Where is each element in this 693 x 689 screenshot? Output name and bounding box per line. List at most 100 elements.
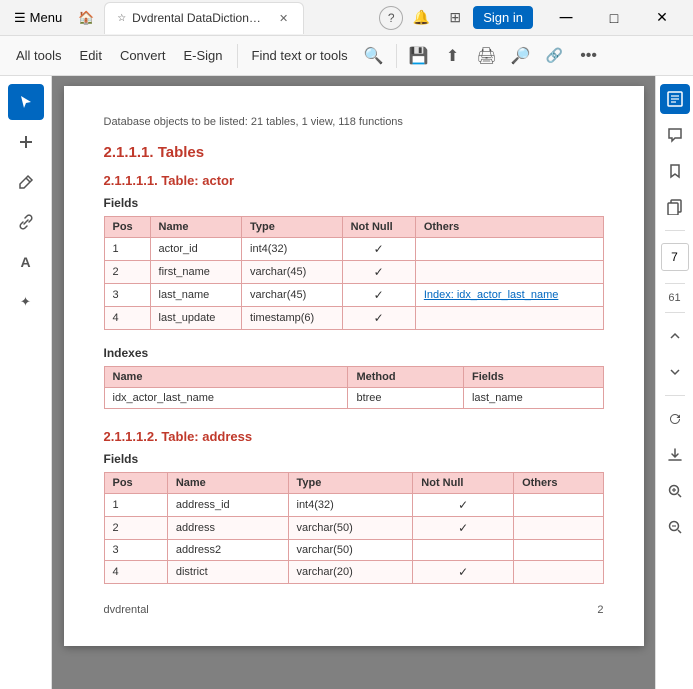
cell-name: address [167,517,288,540]
cell-notnull: ✓ [342,284,415,307]
bookmark-tool[interactable] [660,156,690,186]
idx-cell-name: idx_actor_last_name [104,388,348,409]
content-area: Database objects to be listed: 21 tables… [52,76,693,689]
page-number: 7 [671,250,678,264]
find-tools-button[interactable]: Find text or tools [244,44,356,67]
table-row: 3 address2 varchar(50) [104,540,603,561]
share-button[interactable]: 🔗 [539,40,571,72]
cell-pos: 3 [104,284,150,307]
titlebar: ☰ Menu 🏠 ☆ Dvdrental DataDictionar... ✕ … [0,0,693,36]
cell-type: varchar(50) [288,540,413,561]
search-button[interactable]: 🔍 [358,40,390,72]
col-others-1: Others [415,217,603,238]
apps-button[interactable]: ⊞ [439,2,471,34]
print-button[interactable]: 🖨 [471,40,503,72]
convert-button[interactable]: Convert [112,44,174,67]
cell-pos: 2 [104,261,150,284]
pdf-page: Database objects to be listed: 21 tables… [64,86,644,646]
cell-type: int4(32) [242,238,343,261]
active-tab[interactable]: ☆ Dvdrental DataDictionar... ✕ [104,2,304,34]
tab-close-button[interactable]: ✕ [276,11,291,26]
search-text-button[interactable]: 🔎 [505,40,537,72]
find-tools-label: Find text or tools [252,48,348,63]
col-type-2: Type [288,473,413,494]
cell-others [514,540,603,561]
idx-col-fields: Fields [463,367,603,388]
zoom-out-tool[interactable] [660,512,690,542]
footer-left: dvdrental [104,604,149,616]
table-row: 2 first_name varchar(45) ✓ [104,261,603,284]
edit-pdf-tool[interactable] [660,84,690,114]
close-button[interactable]: ✕ [639,0,685,36]
pen-tool[interactable] [8,164,44,200]
text-tool[interactable]: A [8,244,44,280]
cell-others [415,261,603,284]
esign-button[interactable]: E-Sign [175,44,230,67]
link-tool[interactable] [8,204,44,240]
cell-pos: 4 [104,561,167,584]
cell-name: first_name [150,261,241,284]
comment-tool[interactable] [660,120,690,150]
copy-tool[interactable] [660,192,690,222]
doc-info: Database objects to be listed: 21 tables… [104,116,604,128]
stamp-tool[interactable]: ✦ [8,284,44,320]
add-tool[interactable] [8,124,44,160]
titlebar-right: ? 🔔 ⊞ Sign in ─ □ ✕ [379,0,685,36]
cell-name: district [167,561,288,584]
edit-button[interactable]: Edit [72,44,110,67]
cell-name: last_update [150,307,241,330]
cell-notnull: ✓ [413,517,514,540]
signin-button[interactable]: Sign in [473,6,533,29]
toolbar-separator-2 [396,44,397,68]
col-notnull-2: Not Null [413,473,514,494]
minimize-button[interactable]: ─ [543,0,589,36]
maximize-button[interactable]: □ [591,0,637,36]
zoom-in-tool[interactable] [660,476,690,506]
cell-notnull: ✓ [413,494,514,517]
address-fields-label: Fields [104,452,604,466]
col-notnull-1: Not Null [342,217,415,238]
cell-type: timestamp(6) [242,307,343,330]
upload-button[interactable]: ⬆ [437,40,469,72]
toolbar-separator [237,44,238,68]
cell-type: varchar(45) [242,284,343,307]
more-button[interactable]: ••• [573,40,605,72]
cell-type: varchar(45) [242,261,343,284]
scroll-up-tool[interactable] [660,321,690,351]
cell-notnull [413,540,514,561]
tab-area: ☆ Dvdrental DataDictionar... ✕ [104,2,375,34]
home-button[interactable]: 🏠 [72,4,100,32]
pdf-content[interactable]: Database objects to be listed: 21 tables… [52,76,655,689]
cell-name: last_name [150,284,241,307]
scroll-down-tool[interactable] [660,357,690,387]
cursor-tool[interactable] [8,84,44,120]
right-panel: 7 61 [655,76,693,689]
toolbar: All tools Edit Convert E-Sign Find text … [0,36,693,76]
main-layout: A ✦ Database objects to be listed: 21 ta… [0,76,693,689]
tab-title: Dvdrental DataDictionar... [132,11,266,25]
cell-others: Index: idx_actor_last_name [415,284,603,307]
notifications-button[interactable]: 🔔 [405,2,437,34]
idx-cell-fields: last_name [463,388,603,409]
table-row: 2 address varchar(50) ✓ [104,517,603,540]
cell-others [415,307,603,330]
cell-name: address2 [167,540,288,561]
table-row: 1 address_id int4(32) ✓ [104,494,603,517]
menu-button[interactable]: ☰ Menu [8,6,68,30]
idx-col-name: Name [104,367,348,388]
save-button[interactable]: 💾 [403,40,435,72]
cell-others [415,238,603,261]
actor-fields-table: Pos Name Type Not Null Others 1 actor_id… [104,216,604,330]
help-button[interactable]: ? [379,6,403,30]
cell-type: varchar(50) [288,517,413,540]
signin-label: Sign in [483,10,523,25]
address-table-title: 2.1.1.1.2. Table: address [104,429,604,444]
col-type-1: Type [242,217,343,238]
right-panel-separator-4 [665,395,685,396]
convert-label: Convert [120,48,166,63]
download-tool[interactable] [660,440,690,470]
refresh-tool[interactable] [660,404,690,434]
index-link[interactable]: Index: idx_actor_last_name [424,289,559,301]
all-tools-button[interactable]: All tools [8,44,70,67]
cell-type: int4(32) [288,494,413,517]
